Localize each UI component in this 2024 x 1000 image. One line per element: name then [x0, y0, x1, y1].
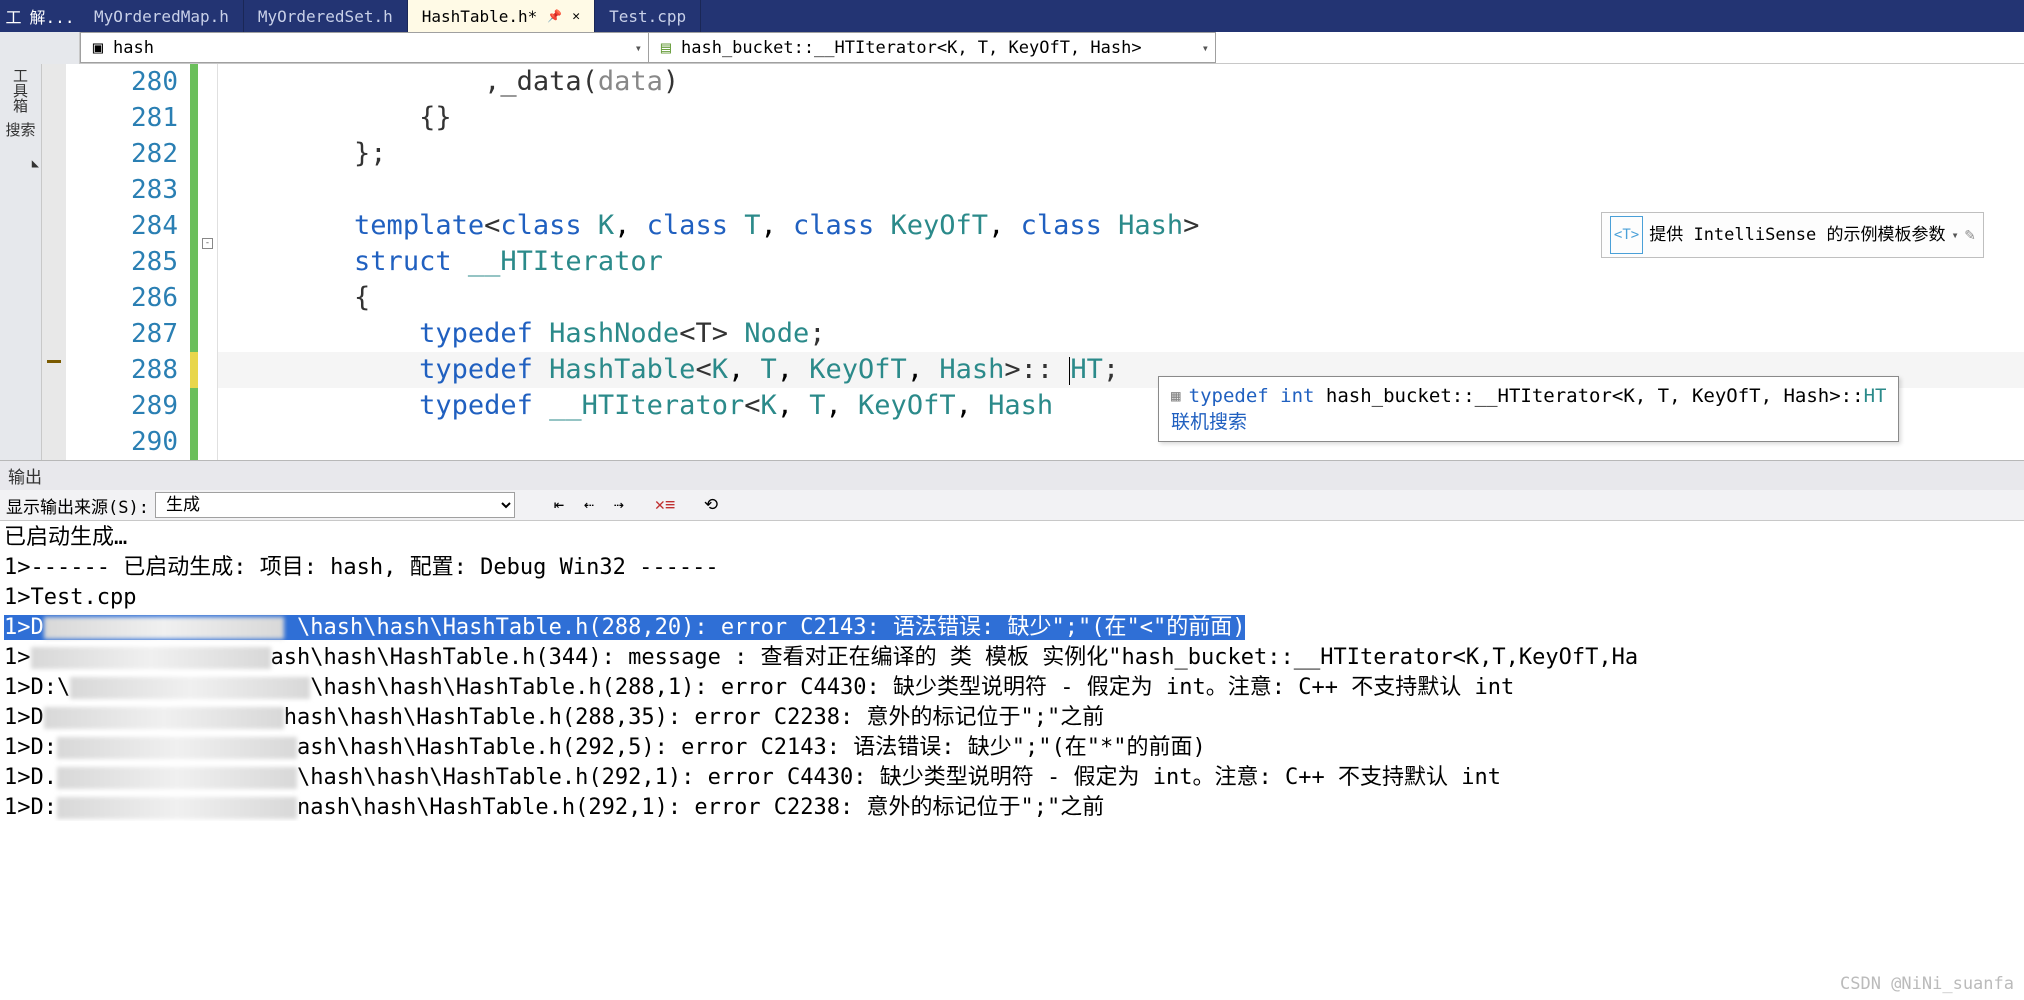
line-number: 287: [66, 316, 178, 352]
scope-dropdown[interactable]: ▣ hash ▾: [80, 32, 648, 63]
chevron-down-icon[interactable]: ▾: [1952, 217, 1959, 253]
side-panel: 工具箱 搜索 ◣: [0, 64, 42, 460]
member-dropdown[interactable]: ▤ hash_bucket::__HTIterator<K, T, KeyOfT…: [648, 32, 1216, 63]
pin-icon[interactable]: 📌: [547, 9, 562, 23]
output-line: 1>ash\hash\HashTable.h(344): message : 查…: [4, 643, 2020, 673]
line-number: 283: [66, 172, 178, 208]
line-number: 289: [66, 388, 178, 424]
next-message-icon[interactable]: ⇠: [577, 494, 601, 516]
output-line: 已启动生成…: [4, 523, 2020, 553]
line-number: 282: [66, 136, 178, 172]
quickinfo-tooltip: ▦ typedef int hash_bucket::__HTIterator<…: [1158, 376, 1899, 442]
online-search-link[interactable]: 联机搜索: [1171, 411, 1247, 433]
search-label[interactable]: 搜索: [0, 119, 41, 140]
chevron-down-icon: ▾: [635, 41, 642, 55]
output-line: 1>D:ash\hash\HashTable.h(292,5): error C…: [4, 733, 2020, 763]
output-line: 1>D.\hash\hash\HashTable.h(292,1): error…: [4, 763, 2020, 793]
tab-testcpp[interactable]: Test.cpp: [595, 0, 701, 32]
toolbox-label[interactable]: 工具箱: [10, 68, 31, 113]
prev-message-icon[interactable]: ⇤: [547, 494, 571, 516]
line-number: 285: [66, 244, 178, 280]
output-source-label: 显示输出来源(S):: [6, 493, 149, 518]
line-number: 284: [66, 208, 178, 244]
code-editor: 工具箱 搜索 ◣ 2802812822832842852862872882892…: [0, 64, 2024, 460]
fold-margin[interactable]: -: [200, 64, 218, 460]
intellisense-hint[interactable]: <T> 提供 IntelliSense 的示例模板参数 ▾ ✎: [1601, 212, 1984, 258]
output-line: 1>Dhash\hash\HashTable.h(288,35): error …: [4, 703, 2020, 733]
output-toolbar: 显示输出来源(S): 生成 ⇤ ⇠ ⇢ ✕≡ ⟲: [0, 490, 2024, 521]
breakpoint-margin[interactable]: [42, 64, 66, 460]
bookmark-icon: [47, 360, 61, 363]
line-number: 286: [66, 280, 178, 316]
symbol-icon: ▦: [1171, 383, 1181, 409]
code-area[interactable]: ,_data(data) {} }; template<class K, cla…: [218, 64, 2024, 460]
close-icon[interactable]: ✕: [572, 9, 580, 24]
output-line: 1>D \hash\hash\HashTable.h(288,20): erro…: [4, 613, 2020, 643]
chevron-down-icon: ▾: [1202, 41, 1209, 55]
toggle-wrap-icon[interactable]: ✕≡: [653, 494, 677, 516]
struct-icon: ▤: [657, 41, 675, 55]
edit-icon[interactable]: ✎: [1965, 217, 1975, 253]
output-line: 1>------ 已启动生成: 项目: hash, 配置: Debug Win3…: [4, 553, 2020, 583]
output-body[interactable]: 已启动生成…1>------ 已启动生成: 项目: hash, 配置: Debu…: [0, 521, 2024, 821]
collapse-icon[interactable]: ◣: [32, 156, 39, 170]
line-number: 280: [66, 64, 178, 100]
tab-myorderedseth[interactable]: MyOrderedSet.h: [244, 0, 408, 32]
template-icon: <T>: [1610, 216, 1643, 254]
output-line: 1>Test.cpp: [4, 583, 2020, 613]
clear-icon[interactable]: ⇢: [607, 494, 631, 516]
output-panel-title: 输出: [0, 460, 2024, 490]
navigation-bar: ▣ hash ▾ ▤ hash_bucket::__HTIterator<K, …: [0, 32, 2024, 64]
clear-all-icon[interactable]: ⟲: [699, 494, 723, 516]
toolbox-toggle[interactable]: 工解...: [0, 0, 80, 32]
fold-toggle[interactable]: -: [202, 238, 213, 249]
output-source-select[interactable]: 生成: [155, 492, 515, 518]
change-marks: [188, 64, 200, 460]
watermark: CSDN @NiNi_suanfa: [1840, 974, 2014, 994]
namespace-icon: ▣: [89, 41, 107, 55]
line-numbers: 280281282283284285286287288289290: [66, 64, 188, 460]
line-number: 288: [66, 352, 178, 388]
tab-bar: 工解... MyOrderedMap.hMyOrderedSet.hHashTa…: [0, 0, 2024, 32]
intellisense-text: 提供 IntelliSense 的示例模板参数: [1649, 217, 1945, 253]
output-line: 1>D:\\hash\hash\HashTable.h(288,1): erro…: [4, 673, 2020, 703]
line-number: 281: [66, 100, 178, 136]
line-number: 290: [66, 424, 178, 460]
tab-hashtableh[interactable]: HashTable.h*📌✕: [408, 0, 595, 32]
output-line: 1>D:nash\hash\HashTable.h(292,1): error …: [4, 793, 2020, 821]
tab-myorderedmaph[interactable]: MyOrderedMap.h: [80, 0, 244, 32]
